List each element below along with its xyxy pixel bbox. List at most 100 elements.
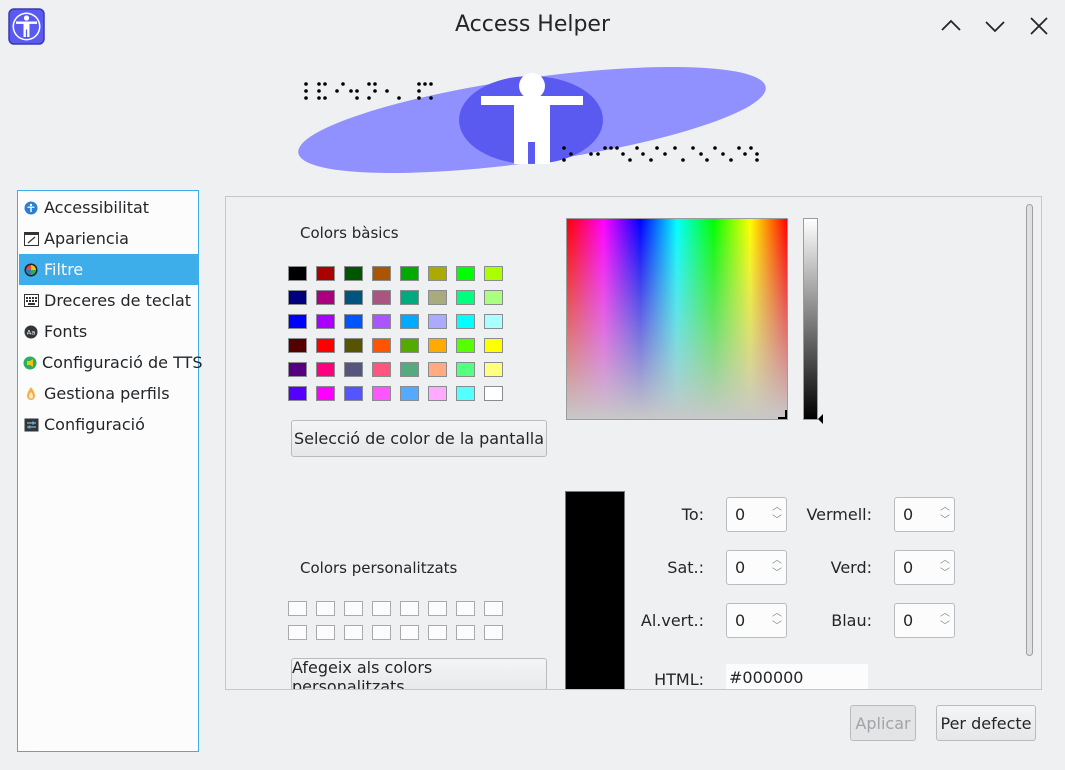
basic-color-swatch[interactable] xyxy=(400,266,419,281)
basic-color-swatch[interactable] xyxy=(484,290,503,305)
basic-color-swatch[interactable] xyxy=(288,266,307,281)
custom-color-slot[interactable] xyxy=(344,625,363,640)
close-button[interactable] xyxy=(1025,12,1053,40)
spin-down-icon[interactable]: ﹀ xyxy=(940,622,950,632)
custom-color-slot[interactable] xyxy=(400,601,419,616)
spin-down-icon[interactable]: ﹀ xyxy=(940,516,950,526)
custom-color-slot[interactable] xyxy=(400,625,419,640)
custom-color-slot[interactable] xyxy=(316,601,335,616)
luminance-pointer-icon[interactable] xyxy=(818,414,823,424)
custom-color-slot[interactable] xyxy=(456,625,475,640)
vertical-scrollbar[interactable] xyxy=(1024,201,1036,687)
basic-color-swatch[interactable] xyxy=(400,338,419,353)
basic-color-swatch[interactable] xyxy=(400,314,419,329)
basic-color-swatch[interactable] xyxy=(344,338,363,353)
scrollbar-thumb[interactable] xyxy=(1026,204,1033,656)
sidebar-item-configuracio[interactable]: Configuració xyxy=(19,409,198,440)
basic-color-swatch[interactable] xyxy=(372,266,391,281)
custom-color-slot[interactable] xyxy=(428,601,447,616)
basic-color-swatch[interactable] xyxy=(456,338,475,353)
basic-color-swatch[interactable] xyxy=(484,362,503,377)
basic-color-swatch[interactable] xyxy=(484,266,503,281)
custom-color-slot[interactable] xyxy=(344,601,363,616)
custom-color-slot[interactable] xyxy=(484,601,503,616)
basic-color-swatch[interactable] xyxy=(316,338,335,353)
sidebar-item-filtre[interactable]: Filtre xyxy=(19,254,198,285)
basic-color-swatch[interactable] xyxy=(372,338,391,353)
custom-color-slot[interactable] xyxy=(428,625,447,640)
custom-color-slot[interactable] xyxy=(288,601,307,616)
basic-color-swatch[interactable] xyxy=(484,338,503,353)
color-spectrum-picker[interactable] xyxy=(566,218,788,420)
basic-color-swatch[interactable] xyxy=(372,362,391,377)
luminance-slider[interactable] xyxy=(803,218,818,420)
custom-color-slot[interactable] xyxy=(484,625,503,640)
sidebar-item-dreceres-de-teclat[interactable]: Dreceres de teclat xyxy=(19,285,198,316)
red-label: Vermell: xyxy=(806,505,872,524)
basic-color-swatch[interactable] xyxy=(344,386,363,401)
sidebar-item-configuracio-de-tts[interactable]: Configuració de TTS xyxy=(19,347,202,378)
basic-color-swatch[interactable] xyxy=(428,314,447,329)
profiles-icon xyxy=(23,386,39,402)
basic-color-swatch[interactable] xyxy=(456,266,475,281)
basic-color-swatch[interactable] xyxy=(316,314,335,329)
basic-color-swatch[interactable] xyxy=(372,314,391,329)
spin-up-icon[interactable]: ︿ xyxy=(940,556,950,566)
basic-color-swatch[interactable] xyxy=(372,386,391,401)
basic-color-swatch[interactable] xyxy=(372,290,391,305)
basic-color-swatch[interactable] xyxy=(344,362,363,377)
defaults-button[interactable]: Per defecte xyxy=(936,705,1036,741)
add-custom-color-button[interactable]: Afegeix als colors personalitzats xyxy=(291,658,547,689)
basic-color-swatch[interactable] xyxy=(344,266,363,281)
basic-color-swatch[interactable] xyxy=(288,386,307,401)
basic-color-swatch[interactable] xyxy=(400,290,419,305)
sidebar-item-gestiona-perfils[interactable]: Gestiona perfils xyxy=(19,378,198,409)
custom-color-slot[interactable] xyxy=(288,625,307,640)
spin-down-icon[interactable]: ﹀ xyxy=(940,569,950,579)
keyboard-icon xyxy=(23,293,39,309)
blue-label: Blau: xyxy=(831,611,872,630)
spin-up-icon[interactable]: ︿ xyxy=(940,609,950,619)
custom-color-slot[interactable] xyxy=(372,601,391,616)
basic-color-swatch[interactable] xyxy=(344,314,363,329)
basic-color-swatch[interactable] xyxy=(456,386,475,401)
sidebar-item-fonts[interactable]: Aa Fonts xyxy=(19,316,198,347)
basic-color-swatch[interactable] xyxy=(316,266,335,281)
basic-color-swatch[interactable] xyxy=(288,290,307,305)
custom-color-slot[interactable] xyxy=(456,601,475,616)
basic-color-swatch[interactable] xyxy=(316,362,335,377)
basic-color-swatch[interactable] xyxy=(428,362,447,377)
basic-color-swatch[interactable] xyxy=(400,386,419,401)
spin-up-icon[interactable]: ︿ xyxy=(940,503,950,513)
basic-color-swatch[interactable] xyxy=(288,314,307,329)
maximize-button[interactable] xyxy=(981,12,1009,40)
basic-color-swatch[interactable] xyxy=(456,362,475,377)
blue-spinbox[interactable]: 0 ︿ ﹀ xyxy=(894,603,955,638)
basic-color-swatch[interactable] xyxy=(316,290,335,305)
basic-color-swatch[interactable] xyxy=(344,290,363,305)
apply-button[interactable]: Aplicar xyxy=(850,705,916,741)
accessibility-banner-image xyxy=(295,60,770,180)
basic-color-swatch[interactable] xyxy=(428,386,447,401)
green-spinbox[interactable]: 0 ︿ ﹀ xyxy=(894,550,955,585)
basic-color-swatch[interactable] xyxy=(428,338,447,353)
basic-color-swatch[interactable] xyxy=(484,386,503,401)
sidebar-item-accessibilitat[interactable]: Accessibilitat xyxy=(19,192,198,223)
basic-color-swatch[interactable] xyxy=(484,314,503,329)
basic-color-swatch[interactable] xyxy=(456,290,475,305)
basic-color-swatch[interactable] xyxy=(400,362,419,377)
custom-color-slot[interactable] xyxy=(316,625,335,640)
appearance-icon xyxy=(23,231,39,247)
basic-color-swatch[interactable] xyxy=(288,362,307,377)
minimize-button[interactable] xyxy=(937,12,965,40)
red-spinbox[interactable]: 0 ︿ ﹀ xyxy=(894,497,955,532)
pick-screen-color-button[interactable]: Selecció de color de la pantalla xyxy=(291,420,547,457)
sidebar-item-apariencia[interactable]: Apariencia xyxy=(19,223,198,254)
basic-color-swatch[interactable] xyxy=(456,314,475,329)
basic-color-swatch[interactable] xyxy=(316,386,335,401)
html-color-input[interactable]: #000000 xyxy=(726,664,868,689)
custom-color-slot[interactable] xyxy=(372,625,391,640)
basic-color-swatch[interactable] xyxy=(288,338,307,353)
basic-color-swatch[interactable] xyxy=(428,290,447,305)
basic-color-swatch[interactable] xyxy=(428,266,447,281)
